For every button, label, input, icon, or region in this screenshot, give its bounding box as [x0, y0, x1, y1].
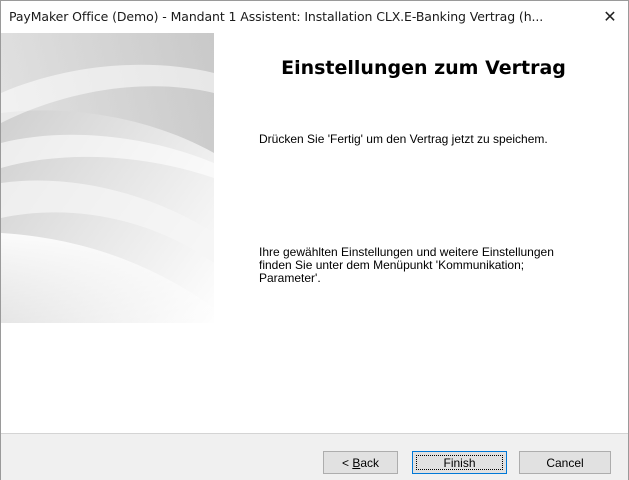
wizard-side-graphic: [1, 33, 214, 433]
wizard-content: Einstellungen zum Vertrag Drücken Sie 'F…: [1, 33, 628, 433]
close-icon: ✕: [603, 7, 617, 26]
title-bar[interactable]: PayMaker Office (Demo) - Mandant 1 Assis…: [1, 1, 628, 32]
back-button-mnemonic: B: [352, 455, 361, 470]
settings-location-text: Ihre gewählten Einstellungen und weitere…: [259, 245, 554, 285]
page-title: Einstellungen zum Vertrag: [281, 57, 566, 79]
finish-button[interactable]: Finish: [412, 451, 507, 474]
wizard-window: PayMaker Office (Demo) - Mandant 1 Assis…: [0, 0, 629, 480]
decorative-swoosh-graphic: [1, 33, 214, 433]
finish-instruction-text: Drücken Sie 'Fertig' um den Vertrag jetz…: [259, 132, 548, 146]
focus-rectangle: [416, 455, 503, 470]
window-title: PayMaker Office (Demo) - Mandant 1 Assis…: [9, 9, 544, 24]
back-button-prefix: <: [341, 455, 353, 470]
wizard-footer: < Back Finish Cancel: [1, 433, 628, 480]
cancel-button[interactable]: Cancel: [519, 451, 611, 474]
cancel-button-label: Cancel: [546, 455, 584, 470]
back-button-label: ack: [360, 455, 380, 470]
close-button[interactable]: ✕: [592, 1, 628, 32]
back-button[interactable]: < Back: [323, 451, 398, 474]
